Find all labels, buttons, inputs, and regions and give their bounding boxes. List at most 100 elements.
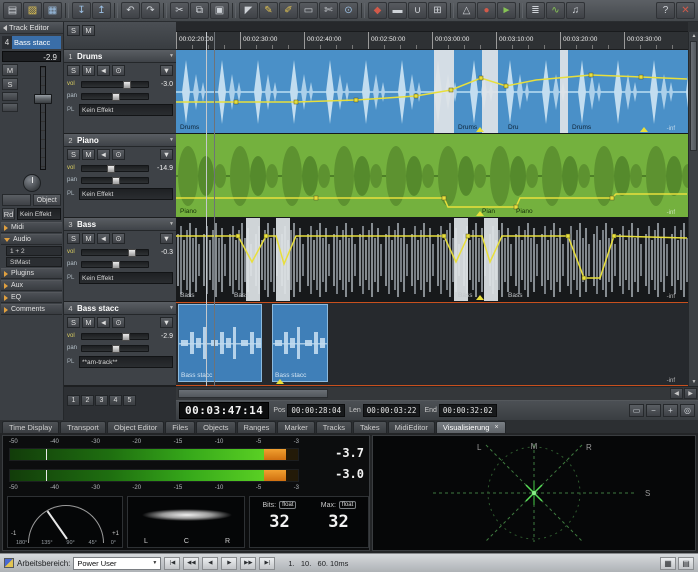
export-icon[interactable]: ↥ xyxy=(92,2,111,19)
monitor-icon[interactable]: ⊙ xyxy=(112,149,125,160)
fade-handle-icon[interactable] xyxy=(476,211,484,216)
editor-solo-button[interactable]: S xyxy=(2,78,18,90)
tab-objects[interactable]: Objects xyxy=(196,421,235,433)
zoom-out-button[interactable]: − xyxy=(646,404,661,417)
section-midi[interactable]: Midi xyxy=(1,222,62,233)
vertical-scrollbar[interactable]: ▲ ▼ xyxy=(688,32,698,386)
len-value[interactable]: 00:00:03:22 xyxy=(363,404,421,417)
zoom-tool-icon[interactable]: ⊙ xyxy=(339,2,358,19)
chevron-down-icon[interactable]: ▼ xyxy=(169,137,174,143)
mute-button[interactable]: M xyxy=(82,233,95,244)
slider-handle[interactable] xyxy=(112,345,120,353)
step-back-button[interactable]: ◀ xyxy=(202,557,218,570)
monitor-icon[interactable]: ⊙ xyxy=(112,65,125,76)
pan-knob[interactable] xyxy=(23,174,41,192)
fader-handle-icon[interactable] xyxy=(34,94,52,104)
copy-icon[interactable]: ⧉ xyxy=(190,2,209,19)
fade-handle-icon[interactable] xyxy=(476,295,484,300)
track-header-bass[interactable]: 3 Bass ▼ S M ◄ ⊙ ▼ vol -0.3 pan PL Kein … xyxy=(64,218,176,302)
slider-handle[interactable] xyxy=(128,249,136,257)
cut-icon[interactable]: ✂ xyxy=(170,2,189,19)
section-eq[interactable]: EQ xyxy=(1,292,62,303)
audio-object[interactable]: Bass stacc xyxy=(272,304,328,382)
forward-button[interactable]: ▶▶ xyxy=(240,557,256,570)
editor-gain-display[interactable]: -2.9 xyxy=(2,51,61,62)
pen-icon[interactable]: ✐ xyxy=(279,2,298,19)
workspace-dropdown[interactable]: Power User ▼ xyxy=(73,557,161,570)
track-header-drums[interactable]: 1 Drums ▼ S M ◄ ⊙ ▼ vol -3.0 pan PL Kein… xyxy=(64,50,176,134)
tab-transport[interactable]: Transport xyxy=(60,421,106,433)
fade-handle-icon[interactable] xyxy=(276,379,284,384)
section-plugins[interactable]: Plugins xyxy=(1,268,62,279)
audio-input-slot[interactable]: 1 + 2 xyxy=(6,246,62,256)
track-header-bass-stacc[interactable]: 4 Bass stacc ▼ S M ◄ ⊙ ▼ vol -2.9 pan PL… xyxy=(64,302,176,386)
visualization-icon[interactable]: ∿ xyxy=(546,2,565,19)
volume-automation-curve[interactable] xyxy=(176,134,688,218)
end-value[interactable]: 00:00:32:02 xyxy=(439,404,497,417)
volume-slider[interactable] xyxy=(81,333,149,340)
solo-button[interactable]: S xyxy=(67,317,80,328)
import-icon[interactable]: ↧ xyxy=(72,2,91,19)
marker-strip[interactable] xyxy=(176,22,688,32)
slider-handle[interactable] xyxy=(112,93,120,101)
fx-slot[interactable]: Kein Effekt xyxy=(79,272,173,284)
layout-tab-3[interactable]: 3 xyxy=(95,395,108,406)
horizontal-scrollbar[interactable]: ◀ ▶ xyxy=(176,386,698,400)
list-view-icon[interactable]: ▤ xyxy=(678,557,694,570)
all-mute-button[interactable]: M xyxy=(82,25,95,36)
fx-slot[interactable]: **am-track** xyxy=(79,356,173,368)
slider-handle[interactable] xyxy=(112,261,120,269)
fade-handle-icon[interactable] xyxy=(476,127,484,132)
zoom-all-button[interactable]: ◎ xyxy=(680,404,695,417)
volume-fader[interactable] xyxy=(24,64,61,172)
track-header-piano[interactable]: 2 Piano ▼ S M ◄ ⊙ ▼ vol -14.9 pan PL Kei… xyxy=(64,134,176,218)
slider-handle[interactable] xyxy=(123,81,131,89)
speaker-icon[interactable]: ◄ xyxy=(97,65,110,76)
track-tab-button[interactable] xyxy=(2,194,31,206)
tab-ranges[interactable]: Ranges xyxy=(237,421,277,433)
help-icon[interactable]: ? xyxy=(656,2,675,19)
scrollbar-thumb[interactable] xyxy=(690,41,697,151)
mute-button[interactable]: M xyxy=(82,317,95,328)
marker-icon[interactable]: ◆ xyxy=(368,2,387,19)
volume-automation-curve[interactable] xyxy=(176,50,688,134)
object-tab-button[interactable]: Object xyxy=(33,194,62,206)
step-forward-button[interactable]: ▶ xyxy=(221,557,237,570)
section-audio[interactable]: Audio xyxy=(1,234,62,245)
fx-slot[interactable]: Kein Effekt xyxy=(79,104,173,116)
layout-tab-1[interactable]: 1 xyxy=(67,395,80,406)
speaker-icon[interactable]: ◄ xyxy=(97,317,110,328)
mute-button[interactable]: M xyxy=(82,65,95,76)
timeline-ruler[interactable]: 00:02:20:00 00:02:30:00 00:02:40:00 00:0… xyxy=(176,32,688,50)
range-icon[interactable]: ▬ xyxy=(388,2,407,19)
eraser-icon[interactable]: ▭ xyxy=(299,2,318,19)
track-options-icon[interactable]: ▼ xyxy=(160,233,173,244)
go-start-button[interactable]: |◀ xyxy=(164,557,180,570)
track-options-icon[interactable]: ▼ xyxy=(160,317,173,328)
fx-slot[interactable]: Kein Effekt xyxy=(79,188,173,200)
chevron-down-icon[interactable]: ▼ xyxy=(169,53,174,59)
solo-button[interactable]: S xyxy=(67,65,80,76)
record-icon[interactable]: ● xyxy=(477,2,496,19)
slider-handle[interactable] xyxy=(112,177,120,185)
section-aux[interactable]: Aux xyxy=(1,280,62,291)
pan-slider[interactable] xyxy=(81,261,149,268)
volume-slider[interactable] xyxy=(81,81,149,88)
editor-mute-button[interactable]: M xyxy=(2,64,18,76)
automation-mode-button[interactable]: Rd xyxy=(2,208,15,220)
speaker-icon[interactable]: ◄ xyxy=(97,149,110,160)
tab-files[interactable]: Files xyxy=(165,421,195,433)
pan-slider[interactable] xyxy=(81,177,149,184)
track-title-bar[interactable]: 3 Bass ▼ xyxy=(64,218,176,231)
slider-handle[interactable] xyxy=(107,165,115,173)
close-tab-icon[interactable]: × xyxy=(494,424,498,431)
volume-slider[interactable] xyxy=(81,249,149,256)
mouse-mode-icon[interactable]: ◤ xyxy=(239,2,258,19)
pan-slider[interactable] xyxy=(81,345,149,352)
go-end-button[interactable]: ▶| xyxy=(259,557,275,570)
tab-visualisierung[interactable]: Visualisierung × xyxy=(436,421,506,433)
tab-midieditor[interactable]: MidiEditor xyxy=(388,421,435,433)
layout-tab-4[interactable]: 4 xyxy=(109,395,122,406)
editor-monitor-button[interactable] xyxy=(2,103,18,112)
chevron-down-icon[interactable]: ▼ xyxy=(169,221,174,227)
